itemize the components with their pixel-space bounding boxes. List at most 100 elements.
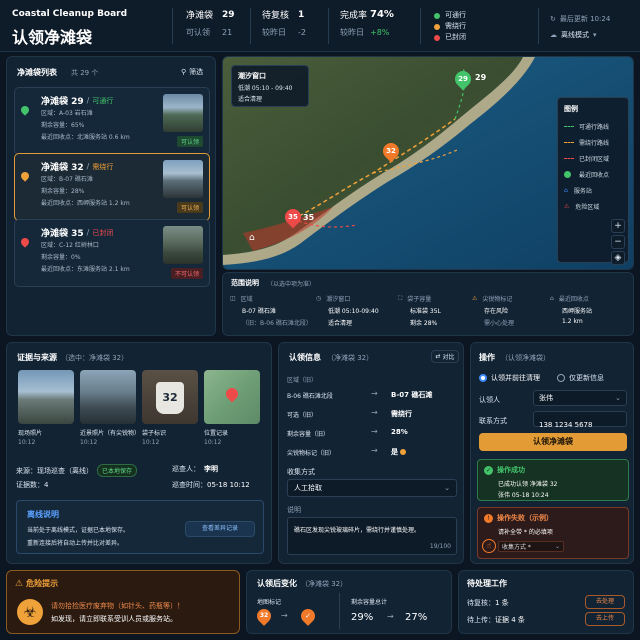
location-pin-icon	[223, 385, 241, 403]
note-textarea[interactable]: 礁石区发现尖锐玻璃碎片，需绕行并谨慎处理。 19/100	[287, 517, 457, 555]
check-icon: ✓	[305, 612, 311, 620]
list-item-bag-29[interactable]: 净滩袋 29/可通行 区域：A-03 岩石滩 剩余容量：65% 最近回收点：北滩…	[14, 87, 210, 155]
warning-icon: ⚠	[472, 295, 478, 302]
map-icon: ◫	[230, 295, 236, 302]
evidence-photo-scene[interactable]	[18, 370, 74, 424]
cloud-icon: ☁	[550, 31, 557, 39]
list-item-bag-32[interactable]: 净滩袋 32/需绕行 区域：B-07 礁石滩 剩余容量：28% 最近回收点：西岬…	[14, 153, 210, 221]
evidence-count: 证据数：4	[16, 481, 49, 489]
upload-button[interactable]: 去上传	[585, 612, 625, 626]
photo-caption: 袋子标识 10:12	[142, 430, 167, 446]
pin-label-29: 29	[475, 73, 487, 82]
coast-map[interactable]: 潮汐窗口 低潮 05:10 - 09:40 适合清理 29 29 32 35 3…	[222, 56, 634, 270]
refresh-icon[interactable]: ↻	[550, 15, 556, 23]
claim-info-panel: 认领信息 （净滩袋 32） ⇄ 对比 区域（旧） B-06 礁石滩北段 → B-0…	[278, 342, 464, 564]
range-station: ⌂ 最近回收点 西岬服务站 1.2 km	[550, 295, 593, 325]
warning-dot-icon	[400, 449, 406, 455]
map-pin-29[interactable]: 29	[451, 67, 475, 91]
locate-button[interactable]: ◈	[611, 251, 625, 265]
home-icon: ⌂	[550, 295, 554, 302]
inspector: 巡查人： 李明	[172, 465, 218, 473]
red-dot-icon	[434, 34, 440, 41]
hand-pointer-icon: ☝	[482, 539, 496, 553]
claim-tag: 可认领	[176, 202, 203, 213]
claim-tag: 不可认领	[170, 268, 203, 279]
filter-button[interactable]: ⚲ 筛选	[181, 67, 203, 77]
zoom-in-button[interactable]: +	[611, 219, 625, 233]
before-pin: 32	[254, 606, 274, 626]
view-diff-button[interactable]: 查看差异记录	[185, 521, 255, 537]
zoom-out-button[interactable]: −	[611, 235, 625, 249]
radio-claim[interactable]: 认领并前往清理	[479, 373, 540, 383]
list-title: 净滩袋列表	[17, 68, 57, 77]
action-panel: 操作 （认领净滩袋） 认领并前往清理 仅更新信息 认领人 张伟 ⌄ 联系方式 13…	[470, 342, 634, 564]
top-header: Coastal Cleanup Board 认领净滩袋 净滩袋 29 可认领 21 …	[0, 0, 640, 52]
map-pin-icon	[19, 236, 31, 248]
check-icon: ✓	[484, 465, 493, 475]
evidence-photo-closeup[interactable]	[80, 370, 136, 424]
orange-dot-icon	[434, 23, 440, 30]
photo-caption: 近景照片（有尖锐物） 10:12	[80, 430, 140, 446]
biohazard-icon: ☣	[17, 599, 43, 625]
photo-caption: 现场照片 10:12	[18, 430, 43, 446]
arrow-right-icon: →	[387, 612, 394, 621]
claim-bag-button[interactable]: 认领净滩袋	[479, 433, 627, 451]
offline-mode[interactable]: ☁ 离线模式 ▾	[550, 30, 597, 40]
radio-update[interactable]: 仅更新信息	[557, 373, 604, 383]
bag-thumbnail	[163, 226, 203, 264]
page-title: 认领净滩袋	[12, 28, 93, 47]
map-pin-icon	[19, 104, 31, 116]
map-pin-32[interactable]: 32	[379, 139, 403, 163]
map-pin-35[interactable]: 35	[281, 205, 305, 229]
green-dot-icon	[434, 12, 440, 19]
offline-note: 离线说明 当前处于离线模式，证据已本地保存。 重新连接后将自动上传并比对差异。 …	[16, 500, 264, 554]
after-pin: ✓	[298, 606, 318, 626]
range-tide: ◷ 潮汐窗口 低潮 05:10-09:40 适合清理	[316, 295, 379, 327]
radio-selected-icon	[479, 374, 487, 382]
error-method-field[interactable]: 收集方式 * ⌄	[498, 541, 564, 552]
map-pin-icon	[19, 170, 31, 182]
service-station-icon: ⌂	[249, 233, 255, 243]
list-item-bag-35[interactable]: 净滩袋 35/已封闭 区域：C-12 红树林口 剩余容量：0% 最近回收点：东滩…	[14, 219, 210, 287]
pending-panel: 待处理工作 待复核：1 条 去处理 待上传：证据 4 条 去上传	[458, 570, 634, 634]
phone-input[interactable]: 138 1234 5678	[533, 411, 627, 429]
bag-thumbnail	[163, 94, 203, 132]
error-toast: ! 操作失败（示例） 请补全带 * 的必填项 ☝ 收集方式 * ⌄	[477, 507, 629, 559]
bag-thumbnail	[163, 160, 203, 198]
brand-name: Coastal Cleanup Board	[12, 9, 128, 19]
arrow-right-icon: →	[371, 408, 378, 417]
saved-badge: 已本地保存	[97, 464, 138, 477]
hazard-panel: ⚠ 危险提示 ☣ 请勿拾捡医疗废弃物（如针头、药瓶等）！ 如发现，请立即联系受训人…	[6, 570, 240, 634]
chevron-down-icon: ⌄	[554, 543, 560, 550]
claim-tag: 可认领	[176, 136, 203, 147]
pin-label-35: 35	[303, 213, 315, 222]
last-update: ↻ 最后更新 10:24	[550, 15, 611, 23]
evidence-photo-bag-tag[interactable]: 32	[142, 370, 198, 424]
handle-review-button[interactable]: 去处理	[585, 595, 625, 609]
danger-icon: ⚠	[564, 203, 570, 210]
arrow-right-icon: →	[371, 389, 378, 398]
arrow-right-icon: →	[281, 611, 288, 620]
list-count: 共 29 个	[71, 69, 99, 77]
station-icon: ⌂	[564, 187, 568, 194]
error-icon: !	[484, 513, 493, 523]
compare-button[interactable]: ⇄ 对比	[431, 350, 459, 363]
tide-window-box: 潮汐窗口 低潮 05:10 - 09:40 适合清理	[231, 65, 309, 107]
pending-upload: 待上传：证据 4 条	[467, 616, 525, 624]
recycle-point-icon	[564, 171, 571, 178]
evidence-photo-location[interactable]	[204, 370, 260, 424]
pending-review: 待复核：1 条	[467, 599, 509, 607]
stat-review: 待复核 1 较昨日 -2	[262, 9, 306, 38]
collect-method-select[interactable]: 人工拾取 ⌄	[287, 479, 457, 497]
inspect-time: 巡查时间：05-18 10:12	[172, 481, 250, 489]
status-legend: 可通行 需绕行 已封闭	[434, 10, 466, 43]
compare-icon: ⇄	[435, 353, 441, 360]
photo-caption: 位置记录 10:12	[204, 430, 229, 446]
bag-icon: ⛶	[398, 294, 403, 302]
after-claim-change-panel: 认领后变化 （净滩袋 32） 地图标记 32 → ✓ 剩余容量总计 29% → …	[246, 570, 452, 634]
chevron-down-icon: ⌄	[615, 394, 621, 402]
arrow-right-icon: →	[371, 446, 378, 455]
claimer-select[interactable]: 张伟 ⌄	[533, 390, 627, 406]
range-capacity: ⛶ 袋子容量 标准袋 35L 剩余 28%	[398, 294, 441, 328]
chevron-down-icon: ▾	[593, 31, 597, 39]
